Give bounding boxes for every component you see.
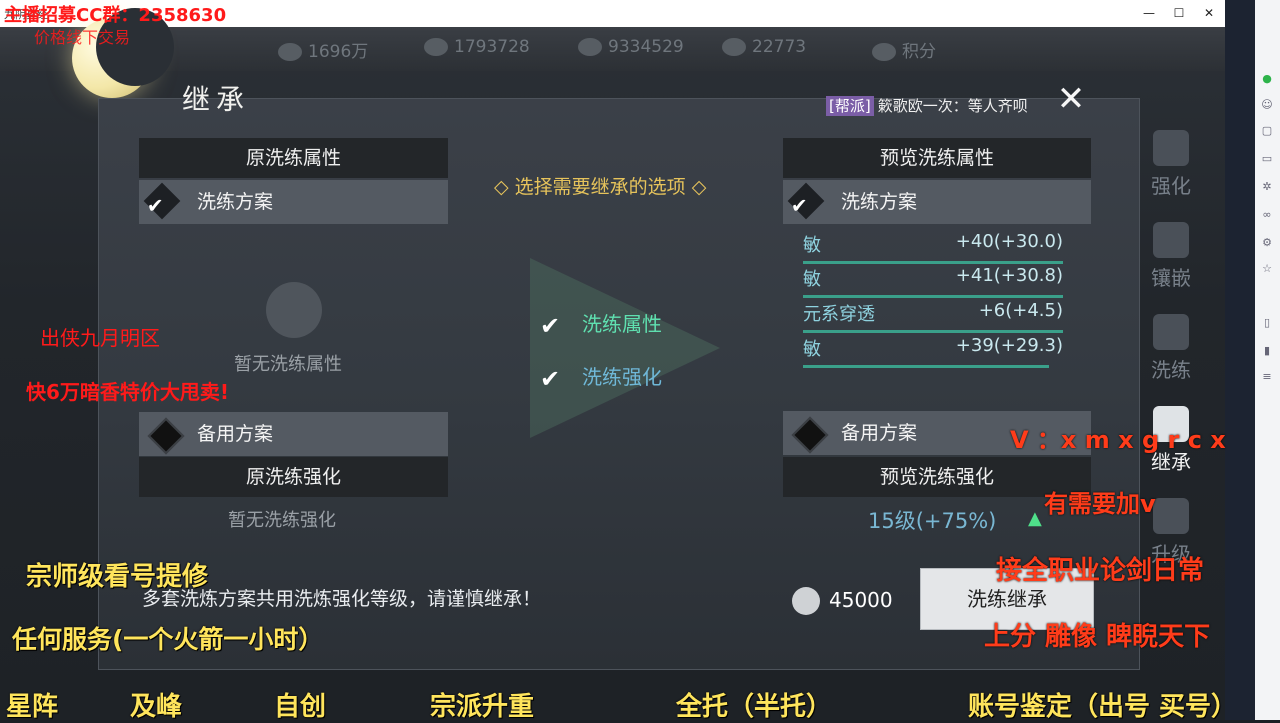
refresh-icon [1153,314,1189,350]
maximize-button[interactable]: ☐ [1171,5,1187,21]
check-icon: ✔ [540,311,561,340]
original-plan-row[interactable]: 洗练方案 [139,180,448,224]
overlay-up: 上分 雕像 睥睨天下 [984,622,1211,652]
preview-plan-label: 洗练方案 [841,191,918,213]
overlay-sale: 快6万暗香特价大甩卖! [26,380,230,404]
overlay-bottom-2: 自创 [274,692,327,722]
stat-row: 敏 +40(+30.0) [803,231,1063,264]
upgrade-icon [1153,498,1189,534]
silver-icon [424,38,448,56]
close-icon[interactable]: ✕ [1050,78,1092,120]
gear-icon[interactable]: ⚙ [1260,236,1274,250]
close-window-button[interactable]: ✕ [1201,5,1217,21]
ingot-icon [722,38,746,56]
option-attr[interactable]: ✔ 洗练属性 [540,308,662,339]
original-backup-row[interactable]: 备用方案 [139,412,448,456]
original-plan-label: 洗练方案 [197,191,274,213]
stat-row: 敏 +39(+29.3) [803,335,1063,368]
host-app-sidebar: ● ☺ ▢ ▭ ✲ ∞ ⚙ ☆ ▯ ▮ ≡ [1225,0,1280,720]
guild-chat-line: [帮派] 簌歌欧一次：等人齐呗 [826,95,1028,116]
dialog-title: 继承 [182,83,251,116]
resource-coin: 1696万 [278,37,368,62]
chat-icon[interactable]: ● [1260,72,1274,86]
overlay-bottom-4: 全托（半托） [676,692,833,722]
preview-attr-header: 预览洗练属性 [783,138,1091,178]
overlay-bottom-1: 及峰 [130,692,183,722]
overlay-contact: V ：x m x g r c x [1010,426,1226,454]
star-icon[interactable]: ☆ [1260,262,1274,276]
shield-icon [872,43,896,61]
overlay-bottom-0: 星阵 [6,692,59,722]
check-icon: ✔ [540,364,561,393]
mobile-icon[interactable]: ▮ [1260,344,1274,358]
resource-bar: 1696万 1793728 9334529 22773 积分 [0,27,1225,71]
empty-hat-icon [266,282,322,338]
minimize-button[interactable]: — [1141,5,1157,21]
chat-text: 簌歌欧一次：等人齐呗 [877,97,1028,115]
settings-icon[interactable]: ✲ [1260,180,1274,194]
nav-strengthen[interactable]: 强化 [1140,130,1202,199]
resource-ingot: 22773 [722,37,806,57]
checkbox-icon [143,182,181,220]
resource-silver: 1793728 [424,37,530,57]
overlay-bottom-5: 账号鉴定（出号 买号） [968,692,1238,722]
diamond-checkbox-icon [147,417,185,455]
overlay-offline: 价格线下交易 [34,28,131,47]
overlay-bottom-3: 宗派升重 [430,692,535,722]
checkbox-icon [787,182,825,220]
cost-value: 45000 [829,588,893,612]
hammer-icon [1153,130,1189,166]
phone-icon[interactable]: ▯ [1260,316,1274,330]
transfer-arrow-icon [530,258,720,438]
resource-gem: 9334529 [578,37,684,57]
overlay-server: 出侠九月明区 [40,326,160,350]
gem-icon [578,38,602,56]
coin-icon [278,43,302,61]
gem-inlay-icon [1153,222,1189,258]
overlay-service: 任何服务(一个火箭一小时） [12,625,324,654]
preview-plan-row[interactable]: 洗练方案 [783,180,1091,224]
link-icon[interactable]: ∞ [1260,208,1274,222]
overlay-need: 有需要加v [1044,490,1156,518]
strength-level: 15级(+75%) [868,509,997,533]
resource-points: 积分 [872,37,936,62]
empty-attr-text: 暂无洗练属性 [234,354,342,375]
user-icon[interactable]: ☺ [1260,98,1274,112]
up-arrow-icon: ▲ [1028,508,1042,529]
empty-strength-text: 暂无洗练强化 [228,510,336,531]
box-icon[interactable]: ▢ [1260,124,1274,138]
option-strength[interactable]: ✔ 洗练强化 [540,361,662,392]
original-strength-header: 原洗练强化 [139,457,448,497]
stat-row: 敏 +41(+30.8) [803,265,1063,298]
nav-refine[interactable]: 洗练 [1140,314,1202,383]
list-icon[interactable]: ≡ [1260,370,1274,384]
currency-icon [792,587,820,615]
stat-row: 元系穿透 +6(+4.5) [803,300,1063,333]
original-backup-label: 备用方案 [197,423,274,445]
original-attr-header: 原洗练属性 [139,138,448,178]
diamond-checkbox-icon [791,416,829,454]
chat-tag: [帮派] [826,96,874,116]
overlay-master: 宗师级看号提修 [26,562,209,592]
preview-backup-label: 备用方案 [841,422,918,444]
overlay-accept: 接全职业论剑日常 [996,556,1205,586]
options-title: ◇ 选择需要继承的选项 ◇ [494,176,707,198]
folder-icon[interactable]: ▭ [1260,152,1274,166]
nav-inlay[interactable]: 镶嵌 [1140,222,1202,291]
